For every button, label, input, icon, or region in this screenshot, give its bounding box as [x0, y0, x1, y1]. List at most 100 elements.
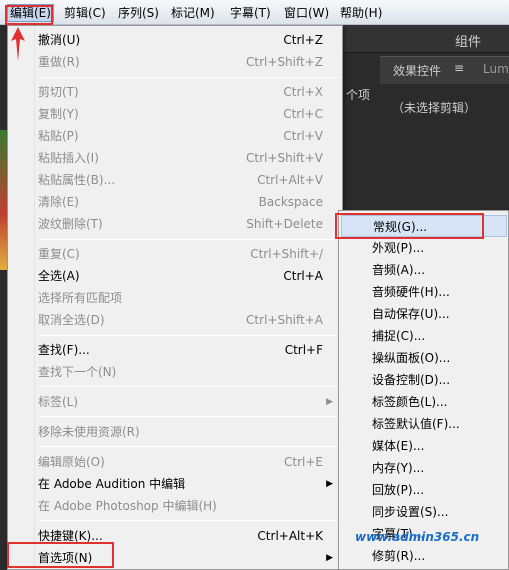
menu-separator — [39, 239, 341, 240]
submenu-item-label: 设备控制(D)... — [372, 373, 451, 387]
submenu-item-label: 音频(A)... — [372, 263, 426, 277]
menu-item-label: 撤消(U) — [38, 33, 81, 47]
menu-item-label: 重复(C) — [38, 247, 80, 261]
submenu-item-label: 内存(Y)... — [372, 461, 425, 475]
submenu-item-label: 音频硬件(H)... — [372, 285, 450, 299]
menu-item-label: 查找下一个(N) — [38, 365, 117, 379]
submenu-item-label: 捕捉(C)... — [372, 329, 426, 343]
menu-item-label: 标签(L) — [38, 395, 79, 409]
menu-item-duplicate: 重复(C) Ctrl+Shift+/ — [9, 243, 339, 265]
menu-separator — [39, 77, 341, 78]
submenu-item-label: 自动保存(U)... — [372, 307, 450, 321]
menu-item-shortcut: Ctrl+V — [283, 129, 323, 143]
menu-item-undo[interactable]: 撤消(U) Ctrl+Z — [9, 29, 339, 51]
menu-separator — [39, 386, 341, 387]
submenu-arrow-icon: ▶ — [326, 553, 333, 563]
submenu-item-audio[interactable]: 音频(A)... — [341, 259, 507, 281]
submenu-item-label: 回放(P)... — [372, 483, 425, 497]
menu-item-shortcut: Ctrl+Shift+/ — [250, 247, 323, 261]
submenu-item-label: 修剪(R)... — [372, 549, 426, 563]
menu-item-deselect-all: 取消全选(D) Ctrl+Shift+A — [9, 309, 339, 331]
menu-clip[interactable]: 剪辑(C) — [62, 5, 108, 21]
submenu-item-label: 媒体(E)... — [372, 439, 425, 453]
menu-item-shortcut: Ctrl+X — [283, 85, 323, 99]
submenu-item-media[interactable]: 媒体(E)... — [341, 435, 507, 457]
submenu-item-device-control[interactable]: 设备控制(D)... — [341, 369, 507, 391]
tab-lumetri[interactable]: Lume — [483, 62, 509, 76]
submenu-item-appearance[interactable]: 外观(P)... — [341, 237, 507, 259]
menu-separator — [39, 446, 341, 447]
submenu-item-playback[interactable]: 回放(P)... — [341, 479, 507, 501]
menu-item-shortcut: Ctrl+E — [284, 455, 323, 469]
menu-item-label: 查找(F)... — [38, 343, 90, 357]
submenu-item-memory[interactable]: 内存(Y)... — [341, 457, 507, 479]
submenu-arrow-icon: ▶ — [326, 479, 333, 489]
menu-item-select-all[interactable]: 全选(A) Ctrl+A — [9, 265, 339, 287]
menu-item-label: 标签(L) ▶ — [9, 391, 339, 413]
submenu-item-label: 标签默认值(F)... — [372, 417, 460, 431]
menu-item-label: 波纹删除(T) — [38, 217, 103, 231]
submenu-item-auto-save[interactable]: 自动保存(U)... — [341, 303, 507, 325]
submenu-item-trim[interactable]: 修剪(R)... — [341, 545, 507, 567]
menu-item-label: 粘贴插入(I) — [38, 151, 99, 165]
panel-menu-icon[interactable]: ≡ — [454, 61, 464, 75]
menu-item-copy: 复制(Y) Ctrl+C — [9, 103, 339, 125]
menu-title[interactable]: 字幕(T) — [228, 5, 273, 21]
no-clip-selected-text: （未选择剪辑） — [392, 101, 477, 115]
menu-item-paste-attributes: 粘贴属性(B)... Ctrl+Alt+V — [9, 169, 339, 191]
menu-item-label: 粘贴(P) — [38, 129, 79, 143]
submenu-arrow-icon: ▶ — [326, 397, 333, 407]
menu-item-shortcut: Ctrl+Z — [283, 33, 323, 47]
menu-item-label: 粘贴属性(B)... — [38, 173, 116, 187]
submenu-item-sync-settings[interactable]: 同步设置(S)... — [341, 501, 507, 523]
menu-item-clear: 清除(E) Backspace — [9, 191, 339, 213]
menu-item-paste-insert: 粘贴插入(I) Ctrl+Shift+V — [9, 147, 339, 169]
menu-separator — [39, 335, 341, 336]
submenu-item-audio-hardware[interactable]: 音频硬件(H)... — [341, 281, 507, 303]
menu-item-label: 复制(Y) — [38, 107, 79, 121]
menu-item-paste: 粘贴(P) Ctrl+V — [9, 125, 339, 147]
menu-item-label: 取消全选(D) — [38, 313, 105, 327]
submenu-item-label-colors[interactable]: 标签颜色(L)... — [341, 391, 507, 413]
edit-menu-highlight-box — [5, 5, 53, 25]
menu-item-label: 编辑原始(O) — [38, 455, 105, 469]
menu-separator — [39, 520, 341, 521]
menu-item-redo: 重做(R) Ctrl+Shift+Z — [9, 51, 339, 73]
menu-item-shortcut: Ctrl+C — [283, 107, 323, 121]
menu-bar: 编辑(E) 剪辑(C) 序列(S) 标记(M) 字幕(T) 窗口(W) 帮助(H… — [0, 0, 509, 25]
submenu-item-label: 操纵面板(O)... — [372, 351, 451, 365]
menu-item-cut: 剪切(T) Ctrl+X — [9, 81, 339, 103]
submenu-item-label: 同步设置(S)... — [372, 505, 449, 519]
menu-item-label: 在 Adobe Photoshop 中编辑(H) — [38, 499, 217, 513]
watermark-text: www.admin365.cn — [355, 530, 480, 544]
menu-item-label: 在 Adobe Audition 中编辑 — [38, 477, 186, 491]
menu-help[interactable]: 帮助(H) — [338, 5, 384, 21]
tab-effect-controls[interactable]: 效果控件 — [393, 62, 441, 79]
menu-item-label: 剪切(T) — [38, 85, 79, 99]
menu-item-shortcut: Ctrl+Alt+V — [257, 173, 323, 187]
panel-header — [343, 25, 509, 53]
submenu-item-label: 外观(P)... — [372, 241, 425, 255]
menu-item-shortcut: Ctrl+A — [283, 269, 323, 283]
menu-item-shortcut: Backspace — [258, 195, 323, 209]
menu-item-shortcut: Shift+Delete — [246, 217, 323, 231]
menu-item-shortcut: Ctrl+Shift+A — [246, 313, 323, 327]
submenu-item-control-surface[interactable]: 操纵面板(O)... — [341, 347, 507, 369]
menu-sequence[interactable]: 序列(S) — [116, 5, 161, 21]
menu-marker[interactable]: 标记(M) — [169, 5, 217, 21]
menu-item-shortcut: Ctrl+Shift+V — [246, 151, 323, 165]
general-highlight-box — [335, 213, 484, 239]
submenu-item-label-defaults[interactable]: 标签默认值(F)... — [341, 413, 507, 435]
menu-item-select-all-matching: 选择所有匹配项 — [9, 287, 339, 309]
submenu-item-capture[interactable]: 捕捉(C)... — [341, 325, 507, 347]
panel-title: 组件 — [455, 35, 482, 50]
red-arrow-icon — [11, 27, 25, 61]
menu-item-find[interactable]: 查找(F)... Ctrl+F — [9, 339, 339, 361]
menu-item-shortcut: Ctrl+Shift+Z — [246, 55, 323, 69]
menu-item-edit-in-audition[interactable]: 在 Adobe Audition 中编辑 ▶ — [9, 473, 339, 495]
menu-item-label: 清除(E) — [38, 195, 79, 209]
menu-window[interactable]: 窗口(W) — [282, 5, 331, 21]
submenu-item-label: 标签颜色(L)... — [372, 395, 448, 409]
menu-item-label: 选择所有匹配项 — [38, 291, 123, 305]
menu-item-label: 重做(R) — [38, 55, 80, 69]
